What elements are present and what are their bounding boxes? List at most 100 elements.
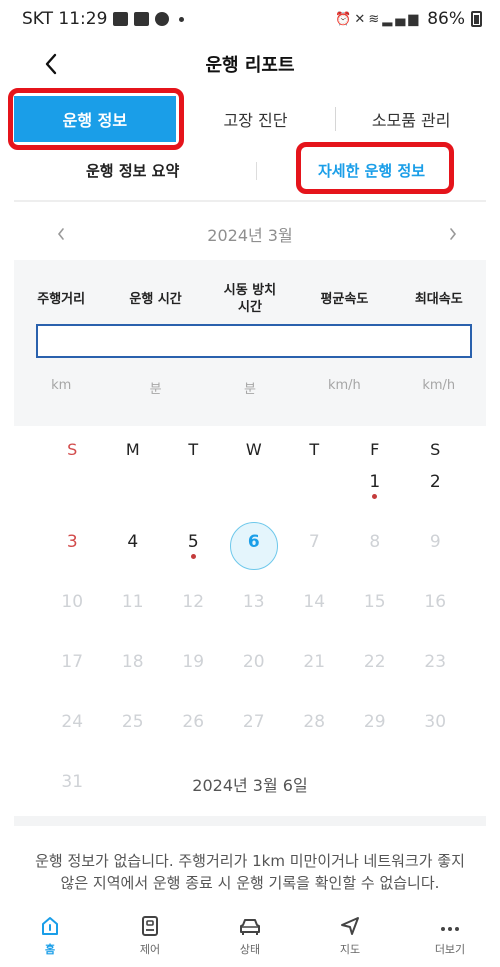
calendar-day-5[interactable]: 5 <box>163 528 224 588</box>
calendar-day-20[interactable]: 20 <box>224 648 285 708</box>
bottom-nav: 홈 제어 상태 지도 더보기 <box>0 906 500 967</box>
tab-driving-info[interactable]: 운행 정보 <box>14 96 176 142</box>
nav-control[interactable]: 제어 <box>100 906 200 967</box>
day-number: 21 <box>303 652 326 672</box>
day-number: 11 <box>121 592 144 612</box>
driving-record-dot-icon <box>190 554 196 559</box>
stat-header-idle-time: 시동 방치 시간 <box>223 283 277 315</box>
subtab-detailed[interactable]: 자세한 운행 정보 <box>318 160 425 181</box>
calendar-day-15[interactable]: 15 <box>345 588 406 648</box>
calendar-day-22[interactable]: 22 <box>345 648 406 708</box>
day-number: 1 <box>369 472 381 492</box>
calendar-day-27[interactable]: 27 <box>224 708 285 768</box>
weekday-label: W <box>245 440 262 459</box>
day-number: 5 <box>187 532 199 552</box>
calendar-day-26[interactable]: 26 <box>163 708 224 768</box>
stat-unit-idle-time: 분 <box>243 382 256 397</box>
calendar-empty-cell <box>163 468 224 528</box>
nav-map[interactable]: 지도 <box>300 906 400 967</box>
sub-tabs: 운행 정보 요약 자세한 운행 정보 <box>0 150 500 190</box>
tab-consumables[interactable]: 소모품 관리 <box>336 96 486 142</box>
calendar-day-29[interactable]: 29 <box>345 708 406 768</box>
calendar-day-1[interactable]: 1 <box>345 468 406 528</box>
calendar-day-2[interactable]: 2 <box>405 468 466 528</box>
day-number: 14 <box>303 592 326 612</box>
nav-label-map: 지도 <box>339 943 361 956</box>
nav-status[interactable]: 상태 <box>200 906 300 967</box>
calendar-empty-cell <box>42 468 103 528</box>
calendar-day-4[interactable]: 4 <box>103 528 164 588</box>
calendar-week-row: 10 11 12 13 14 15 16 <box>42 588 466 648</box>
nav-more[interactable]: 더보기 <box>400 906 500 967</box>
calendar-day-12[interactable]: 12 <box>163 588 224 648</box>
calendar-day-23[interactable]: 23 <box>405 648 466 708</box>
nav-home[interactable]: 홈 <box>0 906 100 967</box>
calendar-day-19[interactable]: 19 <box>163 648 224 708</box>
day-number: 23 <box>424 652 447 672</box>
carrier-time: SKT 11:29 <box>22 9 108 29</box>
chevron-right-icon <box>450 228 457 240</box>
section-band <box>14 816 486 826</box>
prev-month-button[interactable] <box>50 223 72 245</box>
calendar-day-28[interactable]: 28 <box>284 708 345 768</box>
chevron-left-icon <box>45 53 57 75</box>
calendar-empty-cell <box>284 468 345 528</box>
day-number: 10 <box>61 592 84 612</box>
driving-record-dot-icon <box>372 494 378 499</box>
calendar-day-10[interactable]: 10 <box>42 588 103 648</box>
battery-icon <box>471 11 482 27</box>
calendar-week-row: 24 25 26 27 28 29 30 <box>42 708 466 768</box>
calendar-day-8[interactable]: 8 <box>345 528 406 588</box>
calendar-day-16[interactable]: 16 <box>405 588 466 648</box>
back-button[interactable] <box>38 50 64 78</box>
calendar-day-18[interactable]: 18 <box>103 648 164 708</box>
stat-values-box <box>36 324 472 358</box>
calendar-day-7[interactable]: 7 <box>284 528 345 588</box>
calendar-empty-cell <box>224 468 285 528</box>
day-number: 19 <box>182 652 205 672</box>
status-right: ⏰✕≋▂▄▆ 86% <box>335 9 482 29</box>
section-divider <box>14 200 486 202</box>
stat-header-distance: 주행거리 <box>37 291 86 307</box>
calendar-day-30[interactable]: 30 <box>405 708 466 768</box>
stat-unit-driving-time: 분 <box>149 382 162 397</box>
remote-icon <box>137 914 163 938</box>
day-number: 22 <box>363 652 386 672</box>
calendar-day-6[interactable]: 6 <box>224 522 285 588</box>
timer-notification-icon <box>155 12 170 26</box>
nav-label-home: 홈 <box>44 943 56 956</box>
weekday-row: SMTWTFS <box>42 436 466 468</box>
calendar-day-17[interactable]: 17 <box>42 648 103 708</box>
next-month-button[interactable] <box>442 223 464 245</box>
driving-stats-panel: 주행거리 운행 시간 시동 방치 시간 평균속도 최대속도 km 분 분 km/… <box>14 260 486 426</box>
calendar-week-row: 17 18 19 20 21 22 23 <box>42 648 466 708</box>
stat-header-driving-time: 운행 시간 <box>129 291 182 307</box>
stat-unit-max-speed: km/h <box>422 378 456 393</box>
stat-headers: 주행거리 운행 시간 시동 방치 시간 평균속도 최대속도 <box>14 274 486 324</box>
weekday-label: T <box>309 440 320 459</box>
day-number: 29 <box>363 712 386 732</box>
calendar-day-9[interactable]: 9 <box>405 528 466 588</box>
battery-percent: 86% <box>427 9 465 29</box>
calendar-day-14[interactable]: 14 <box>284 588 345 648</box>
more-dots-icon <box>437 914 463 938</box>
calendar-day-25[interactable]: 25 <box>103 708 164 768</box>
calendar-day-24[interactable]: 24 <box>42 708 103 768</box>
calendar-day-3[interactable]: 3 <box>42 528 103 588</box>
stat-header-avg-speed: 평균속도 <box>320 291 369 307</box>
subtab-divider <box>256 162 257 180</box>
tab-fault-diagnosis[interactable]: 고장 진단 <box>176 96 336 142</box>
calendar-day-13[interactable]: 13 <box>224 588 285 648</box>
day-number: 13 <box>242 592 265 612</box>
day-number: 28 <box>303 712 326 732</box>
stat-header-max-speed: 최대속도 <box>414 291 463 307</box>
calendar-day-11[interactable]: 11 <box>103 588 164 648</box>
day-number: 26 <box>182 712 205 732</box>
day-number: 7 <box>308 532 320 552</box>
day-number: 25 <box>121 712 144 732</box>
day-number: 12 <box>182 592 205 612</box>
page-title: 운행 리포트 <box>205 55 295 76</box>
calendar-day-21[interactable]: 21 <box>284 648 345 708</box>
subtab-summary[interactable]: 운행 정보 요약 <box>86 160 179 181</box>
calendar-week-row: 3 4 5 6 7 8 9 <box>42 522 466 588</box>
